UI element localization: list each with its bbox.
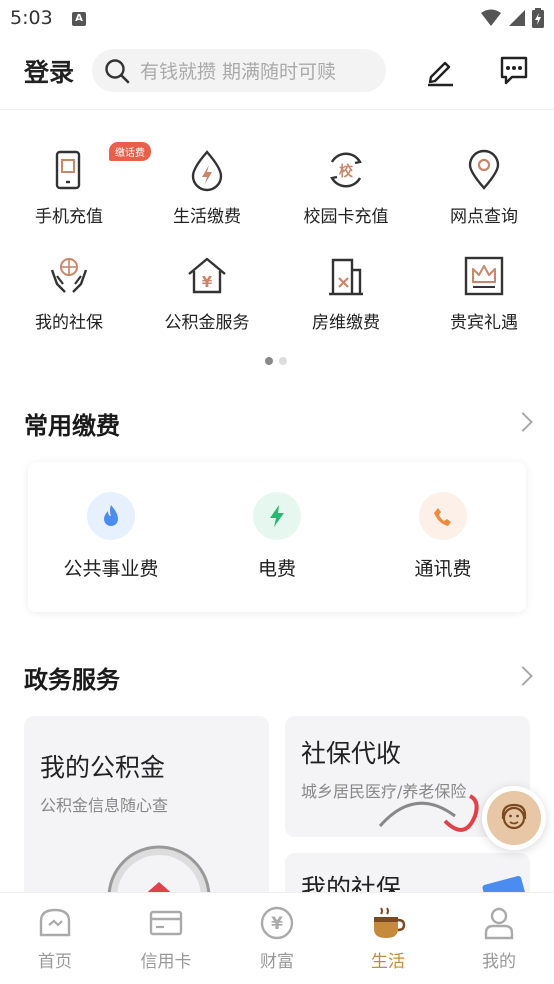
- service-social-security[interactable]: 我的社保: [0, 254, 138, 333]
- bottom-tab-bar: 首页 信用卡 ¥ 财富 生活 我的: [0, 892, 554, 984]
- gov-card-subtitle: 公积金信息随心查: [40, 796, 169, 815]
- svg-text:¥: ¥: [271, 914, 283, 934]
- page-indicator[interactable]: [265, 357, 287, 365]
- system-icons: [480, 8, 544, 28]
- customer-service-button[interactable]: [482, 786, 546, 850]
- status-time: 5:03: [10, 7, 53, 29]
- tab-life[interactable]: 生活: [333, 905, 443, 972]
- tab-mine[interactable]: 我的: [444, 905, 554, 972]
- svg-text:校: 校: [339, 163, 354, 180]
- lightning-icon: [253, 492, 301, 540]
- battery-icon: [532, 8, 544, 28]
- lightning-drop-icon: [191, 150, 223, 192]
- credit-card-icon: [149, 910, 183, 936]
- service-label: 生活缴费: [173, 207, 241, 227]
- tab-home[interactable]: 首页: [0, 905, 110, 972]
- svg-text:¥: ¥: [202, 273, 213, 291]
- customer-service-icon: [501, 803, 527, 830]
- common-pay-card: 公共事业费 电费 通讯费: [28, 462, 526, 612]
- service-label: 网点查询: [450, 207, 518, 227]
- pay-label: 公共事业费: [63, 558, 159, 580]
- service-campus-card[interactable]: 校 校园卡充值: [277, 148, 415, 227]
- page-dot-active: [265, 357, 273, 365]
- social-security-hands-icon: [50, 258, 88, 293]
- service-label: 贵宾礼遇: [450, 313, 518, 333]
- gov-card-title: 社保代收: [301, 739, 402, 768]
- search-placeholder: 有钱就攒 期满随时可赎: [140, 61, 337, 83]
- pay-label: 通讯费: [414, 558, 472, 580]
- service-branch-locator[interactable]: 网点查询: [415, 148, 553, 227]
- tab-label: 生活: [371, 952, 405, 972]
- house-yuan-icon: ¥: [188, 257, 226, 294]
- wifi-icon: [481, 9, 501, 26]
- pay-telecom[interactable]: 通讯费: [360, 492, 526, 581]
- tab-wealth[interactable]: ¥ 财富: [222, 905, 332, 972]
- service-label: 手机充值: [35, 207, 103, 227]
- page-dot: [279, 357, 287, 365]
- status-bar: 5:03 A: [0, 0, 554, 36]
- service-building-repair[interactable]: 房维缴费: [277, 254, 415, 333]
- tab-credit-card[interactable]: 信用卡: [111, 905, 221, 972]
- gov-card-housing-fund[interactable]: 我的公积金 公积金信息随心查: [24, 716, 269, 916]
- common-pay-more-chevron-icon[interactable]: [513, 412, 533, 432]
- flame-icon: [87, 492, 135, 540]
- phone-recharge-icon: [55, 150, 81, 190]
- pay-utility[interactable]: 公共事业费: [28, 492, 194, 581]
- campus-card-icon: 校: [330, 152, 362, 188]
- tab-label: 我的: [482, 952, 516, 972]
- coffee-cup-icon: [374, 907, 406, 938]
- login-button[interactable]: 登录: [24, 53, 74, 89]
- notification-icon: A: [72, 12, 86, 26]
- section-title-gov-services: 政务服务: [24, 666, 120, 694]
- location-pin-icon: [468, 149, 500, 190]
- home-icon: [39, 908, 71, 937]
- chat-bubble-icon: [500, 56, 528, 85]
- edit-button[interactable]: [420, 50, 460, 90]
- service-vip-benefits[interactable]: 贵宾礼遇: [415, 254, 553, 333]
- phone-handset-icon: [419, 492, 467, 540]
- gov-card-title: 我的公积金: [40, 753, 166, 782]
- pencil-icon: [428, 61, 453, 87]
- service-housing-fund[interactable]: ¥ 公积金服务: [138, 254, 276, 333]
- service-label: 我的社保: [35, 313, 103, 333]
- message-button[interactable]: [494, 50, 534, 90]
- tab-label: 财富: [260, 952, 294, 972]
- building-repair-icon: [329, 258, 363, 296]
- yuan-coin-icon: ¥: [260, 906, 294, 940]
- tab-label: 首页: [38, 952, 72, 972]
- gov-services-more-chevron-icon[interactable]: [513, 666, 533, 686]
- person-icon: [484, 907, 514, 940]
- search-bar[interactable]: 有钱就攒 期满随时可赎: [92, 49, 386, 92]
- section-title-common-pay: 常用缴费: [24, 412, 120, 440]
- signal-icon: [509, 10, 525, 26]
- service-life-payment[interactable]: 生活缴费: [138, 148, 276, 227]
- search-icon: [105, 58, 130, 83]
- service-label: 房维缴费: [312, 313, 380, 333]
- stethoscope-illustration-icon: [378, 794, 479, 832]
- pay-electricity[interactable]: 电费: [194, 492, 360, 581]
- service-phone-recharge[interactable]: 缴话费 手机充值: [0, 142, 151, 227]
- service-label: 校园卡充值: [303, 207, 389, 227]
- service-label: 公积金服务: [164, 313, 250, 333]
- crown-icon: [464, 256, 504, 296]
- top-header: 登录 有钱就攒 期满随时可赎: [0, 36, 554, 110]
- pay-label: 电费: [257, 558, 296, 580]
- tab-label: 信用卡: [140, 952, 192, 972]
